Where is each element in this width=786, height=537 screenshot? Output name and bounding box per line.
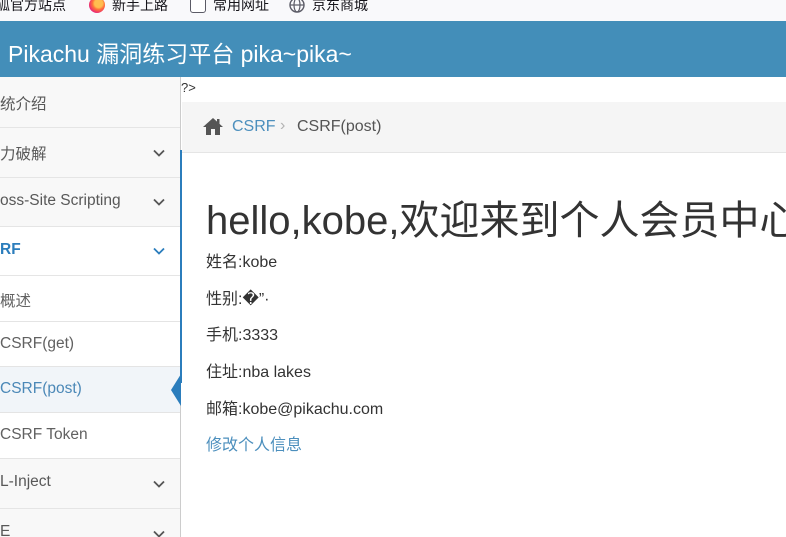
sidebar-item-label: RF [0, 241, 21, 258]
sidebar-subitem-label: CSRF(get) [0, 335, 75, 352]
sidebar-item-label: 力破解 [0, 146, 47, 163]
sidebar-subitem-csrf-get[interactable]: CSRF(get) [0, 322, 180, 367]
sidebar-item-label: L-Inject [0, 473, 51, 490]
sidebar-item-sqli[interactable]: L-Inject [0, 459, 180, 509]
sidebar-subitem-label: 概述 [0, 293, 32, 310]
info-sex: 性别:�”· [206, 291, 270, 308]
sidebar-item-xss[interactable]: oss-Site Scripting [0, 178, 180, 227]
bookmark-label: 京东商城 [312, 0, 368, 13]
breadcrumb: CSRF › CSRF(post) [182, 102, 786, 153]
chevron-down-icon [153, 530, 165, 537]
breadcrumb-current: CSRF(post) [297, 118, 382, 135]
sidebar-item-burteforce[interactable]: 力破解 [0, 128, 180, 178]
info-email: 邮箱:kobe@pikachu.com [206, 401, 384, 418]
bookmark-label: 狐官方站点 [0, 0, 66, 13]
chevron-down-icon [153, 198, 165, 206]
firefox-icon [89, 0, 105, 13]
folder-icon [190, 0, 206, 13]
submenu-accent-bar [180, 150, 182, 383]
page-greeting: hello,kobe,欢迎来到个人会员中心 [206, 199, 786, 243]
sidebar-subitem-csrf-token[interactable]: CSRF Token [0, 413, 180, 459]
chevron-down-icon [153, 480, 165, 488]
bookmarks-bar: 狐官方站点 新手上路 常用网址 京东商城 [0, 0, 786, 21]
info-phone: 手机:3333 [206, 327, 279, 344]
sidebar-subitem-label: CSRF(post) [0, 380, 82, 397]
sidebar-subitem-csrf-post[interactable]: CSRF(post) [0, 367, 181, 413]
sidebar-item-csrf[interactable]: RF [0, 227, 180, 276]
sidebar-item-rce[interactable]: E [0, 509, 180, 537]
home-icon[interactable] [202, 117, 224, 136]
breadcrumb-separator: › [280, 117, 286, 134]
breadcrumb-link-csrf[interactable]: CSRF [232, 118, 276, 136]
sidebar-item-label: oss-Site Scripting [0, 192, 121, 209]
info-name: 姓名:kobe [206, 254, 278, 271]
chevron-down-icon [153, 149, 165, 157]
sidebar-item-label: E [0, 523, 11, 537]
globe-icon [289, 0, 305, 13]
bookmark-official-site[interactable]: 狐官方站点 [0, 0, 66, 15]
chevron-up-icon [153, 247, 165, 255]
bookmark-common-sites[interactable]: 常用网址 [190, 0, 269, 15]
php-closing-tag-text: ?> [181, 80, 196, 95]
top-navbar: Pikachu 漏洞练习平台 pika~pika~ [0, 21, 786, 77]
sidebar-item-intro[interactable]: 统介绍 [0, 77, 180, 128]
info-address: 住址:nba lakes [206, 364, 311, 381]
sidebar-subitem-overview[interactable]: 概述 [0, 276, 180, 322]
bookmark-getting-started[interactable]: 新手上路 [89, 0, 168, 15]
bookmark-label: 常用网址 [213, 0, 269, 13]
bookmark-jd-mall[interactable]: 京东商城 [289, 0, 368, 15]
brand-title[interactable]: Pikachu 漏洞练习平台 pika~pika~ [8, 35, 352, 69]
bookmark-label: 新手上路 [112, 0, 168, 13]
edit-profile-link[interactable]: 修改个人信息 [206, 431, 302, 455]
sidebar-subitem-label: CSRF Token [0, 426, 88, 443]
sidebar-item-label: 统介绍 [0, 96, 47, 113]
sidebar: 统介绍 力破解 oss-Site Scripting RF 概述 CSRF(ge… [0, 77, 181, 537]
